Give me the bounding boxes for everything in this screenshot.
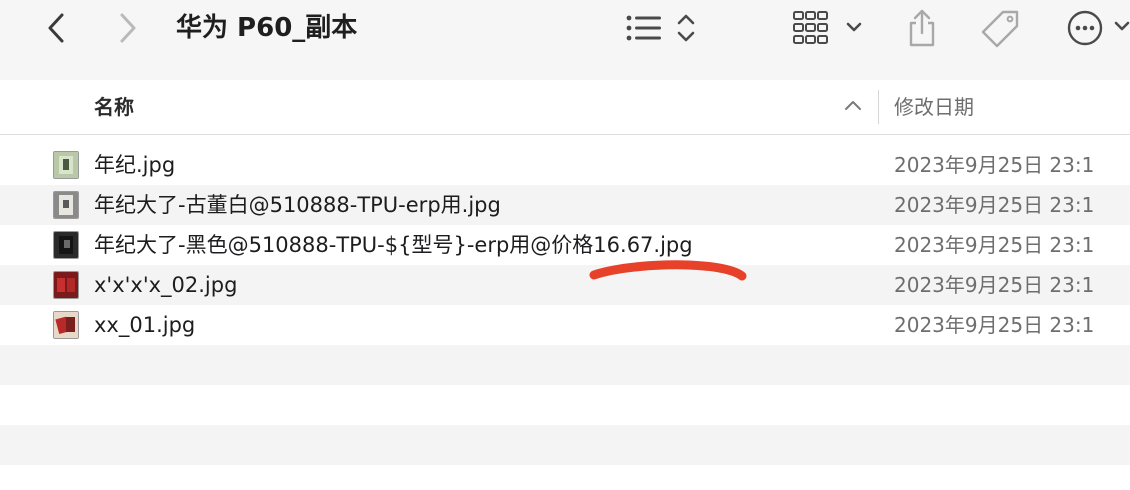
image-thumbnail-icon	[53, 151, 79, 179]
grid-view-icon	[793, 11, 862, 44]
image-thumbnail-icon	[53, 271, 79, 299]
file-row[interactable]: x'x'x'x_02.jpg 2023年9月25日 23:1	[0, 265, 1130, 305]
file-row[interactable]: 年纪大了-黑色@510888-TPU-${型号}-erp用@价格16.67.jp…	[0, 225, 1130, 265]
file-list: 年纪.jpg 2023年9月25日 23:1 年纪大了-古董白@510888-T…	[0, 145, 1130, 465]
file-name: xx_01.jpg	[94, 313, 196, 337]
empty-row	[0, 345, 1130, 385]
list-view-icon	[626, 14, 695, 42]
file-name: 年纪大了-古董白@510888-TPU-erp用.jpg	[94, 193, 501, 217]
image-thumbnail-icon	[53, 191, 79, 219]
date-modified-column-header[interactable]: 修改日期	[894, 80, 974, 134]
image-thumbnail-icon	[53, 311, 79, 339]
file-date: 2023年9月25日 23:1	[894, 233, 1095, 257]
view-options-button[interactable]	[622, 8, 708, 48]
chevron-left-icon	[48, 13, 64, 43]
share-icon	[909, 9, 935, 47]
back-button[interactable]	[38, 10, 74, 46]
tag-icon	[981, 10, 1019, 48]
file-name: x'x'x'x_02.jpg	[94, 273, 238, 297]
file-date: 2023年9月25日 23:1	[894, 193, 1095, 217]
file-date: 2023年9月25日 23:1	[894, 313, 1095, 337]
forward-button[interactable]	[110, 10, 146, 46]
file-date: 2023年9月25日 23:1	[894, 153, 1095, 177]
name-column-header[interactable]: 名称	[94, 80, 134, 134]
file-row[interactable]: 年纪.jpg 2023年9月25日 23:1	[0, 145, 1130, 185]
toolbar: 华为 P60_副本	[0, 0, 1130, 81]
empty-row	[0, 385, 1130, 425]
file-row[interactable]: 年纪大了-古董白@510888-TPU-erp用.jpg 2023年9月25日 …	[0, 185, 1130, 225]
file-name: 年纪.jpg	[94, 153, 176, 177]
finder-window: 华为 P60_副本 名称 修改日期 年纪.jpg 2023年9月25日 23:1…	[0, 0, 1130, 490]
column-header: 名称 修改日期	[0, 80, 1130, 135]
red-underline-annotation	[589, 260, 747, 281]
column-divider[interactable]	[878, 90, 879, 124]
window-title: 华为 P60_副本	[176, 13, 358, 43]
file-date: 2023年9月25日 23:1	[894, 273, 1095, 297]
chevron-right-icon	[120, 13, 136, 43]
empty-row	[0, 425, 1130, 465]
more-actions-button[interactable]	[1062, 6, 1130, 50]
file-row[interactable]: xx_01.jpg 2023年9月25日 23:1	[0, 305, 1130, 345]
sort-ascending-icon[interactable]	[844, 98, 862, 112]
tag-button[interactable]	[976, 6, 1026, 50]
group-button[interactable]	[788, 8, 866, 48]
share-button[interactable]	[898, 6, 946, 50]
image-thumbnail-icon	[53, 231, 79, 259]
ellipsis-circle-icon	[1067, 10, 1130, 46]
